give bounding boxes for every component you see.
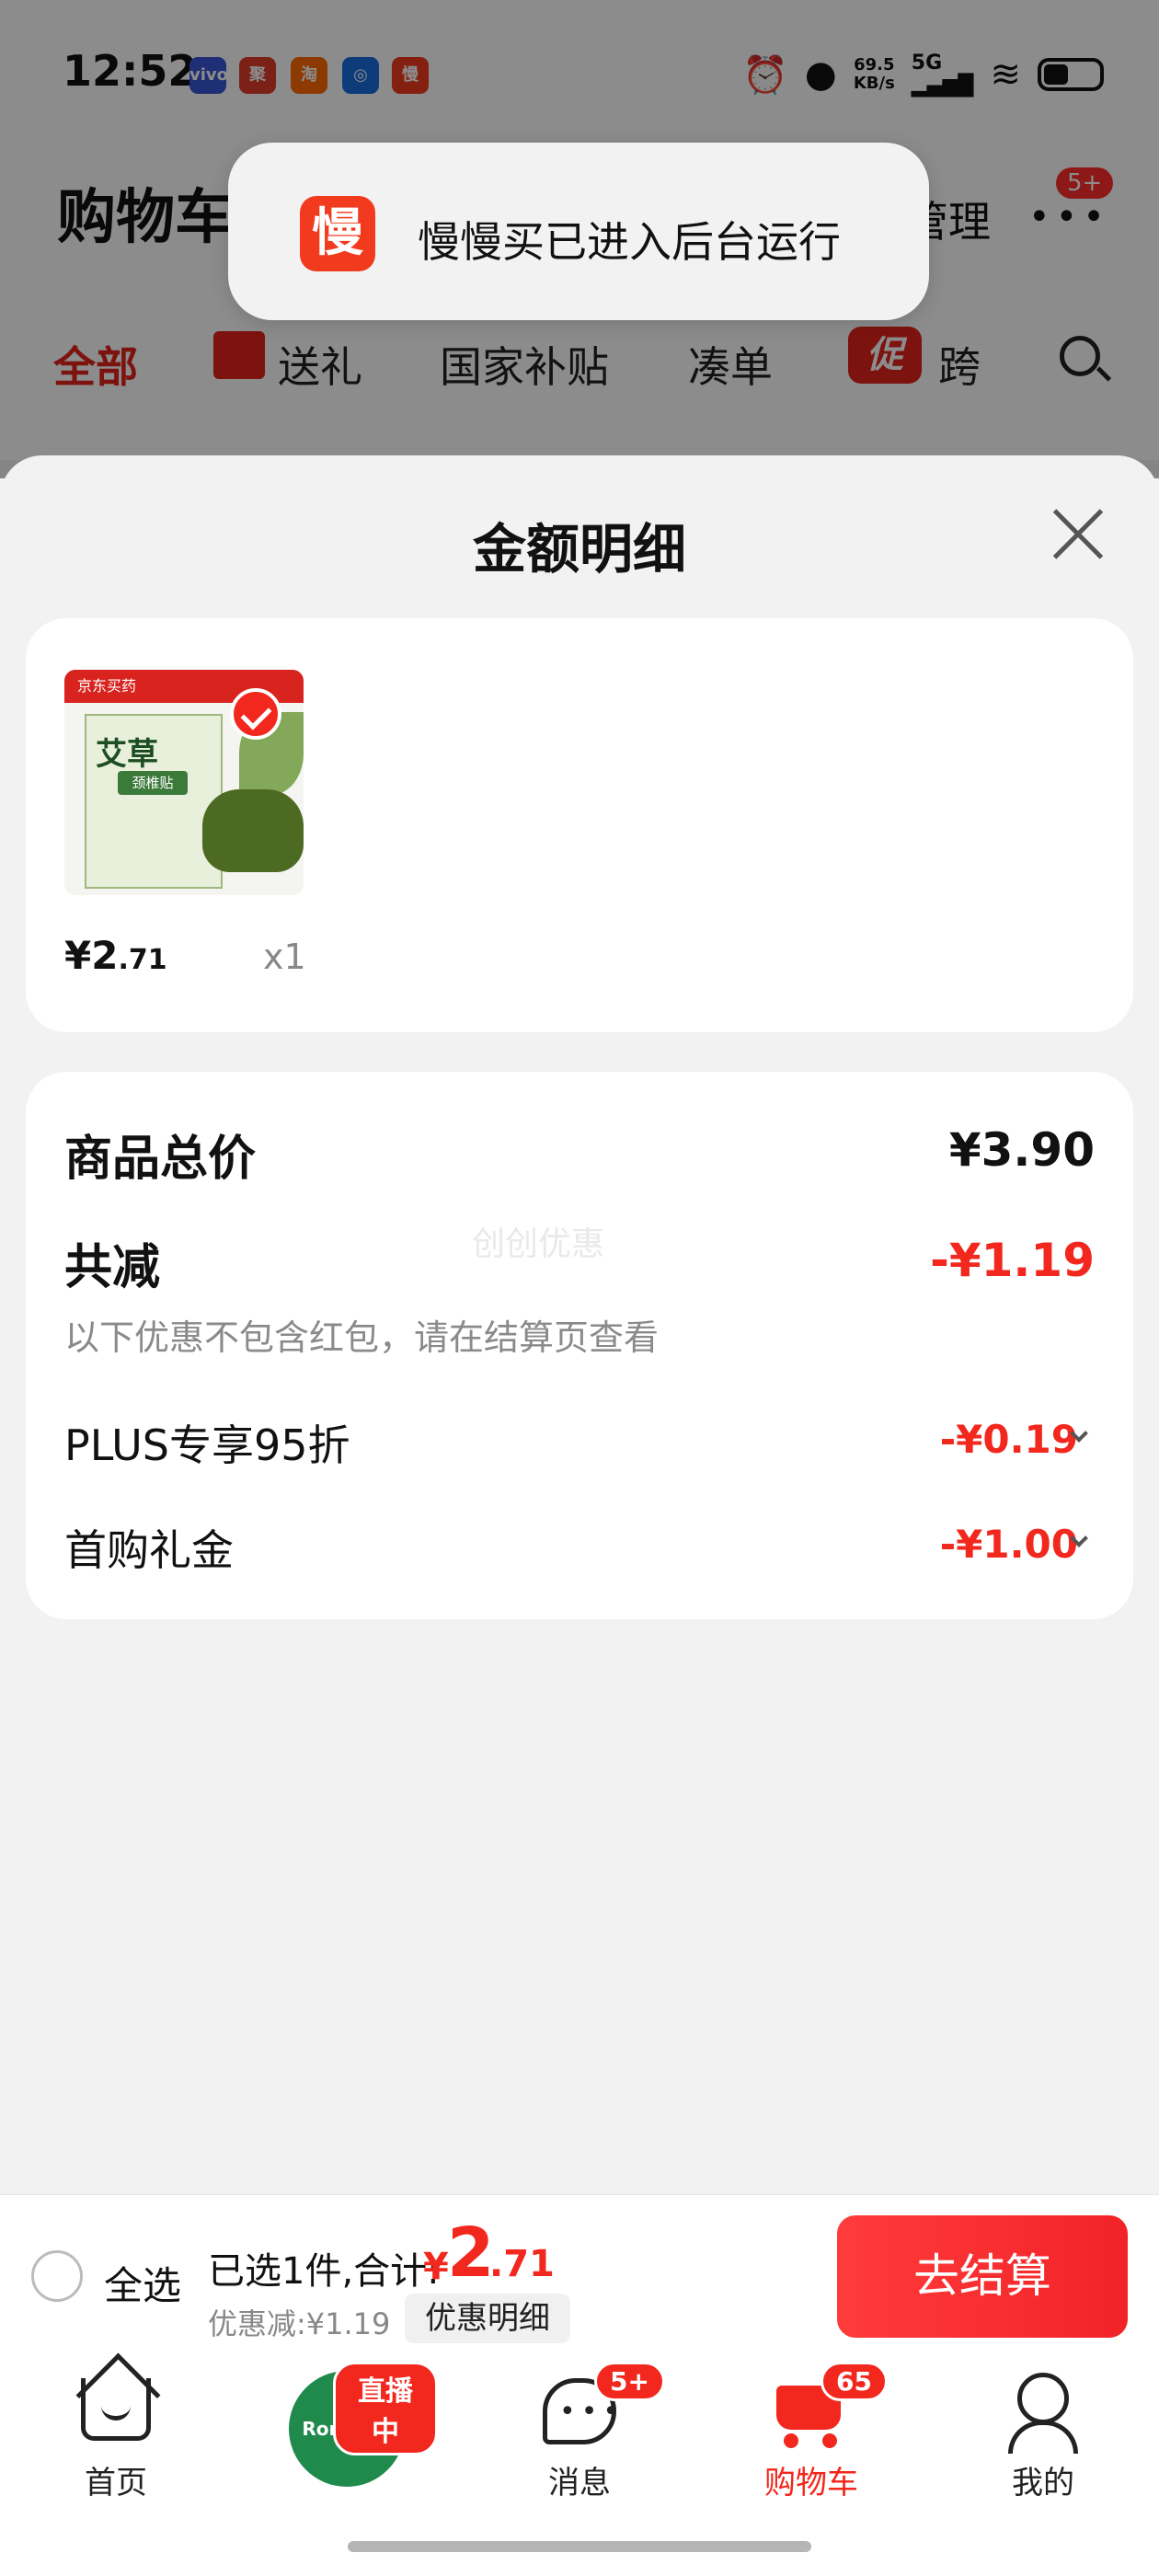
- nav-label-profile: 我的: [1012, 2465, 1074, 2501]
- select-all-radio[interactable]: [31, 2250, 83, 2302]
- checkout-button[interactable]: 去结算: [837, 2215, 1128, 2338]
- total-decimal: .71: [489, 2243, 555, 2285]
- checkout-bar: 全选 已选1件,合计: ¥ 2 .71 优惠减:¥1.19 优惠明细 去结算: [0, 2194, 1159, 2358]
- total-currency: ¥: [423, 2246, 449, 2288]
- messages-badge: 5+: [594, 2362, 665, 2401]
- product-card: 京东买药 艾草 颈椎贴 ¥2.71 x1: [26, 618, 1133, 1032]
- reduction-note: 以下优惠不包含红包，请在结算页查看: [64, 1317, 660, 1358]
- nav-profile[interactable]: 我的: [951, 2358, 1135, 2542]
- manmanmai-logo-icon: 慢: [300, 196, 375, 271]
- sheet-title: 金额明细: [472, 518, 686, 581]
- profile-icon: [1017, 2373, 1069, 2424]
- nav-live[interactable]: Ronshen 直播中: [254, 2358, 438, 2542]
- discount-value-plus[interactable]: -¥0.19: [940, 1417, 1078, 1462]
- product-image-title: 艾草: [96, 736, 158, 773]
- cart-wheel: [822, 2433, 837, 2448]
- profile-icon-body: [1008, 2421, 1078, 2454]
- message-dots: •••: [559, 2396, 625, 2428]
- home-indicator[interactable]: [348, 2541, 811, 2552]
- nav-messages[interactable]: ••• 5+ 消息: [488, 2358, 671, 2542]
- discount-value-first-purchase[interactable]: -¥1.00: [940, 1522, 1078, 1567]
- nav-label-cart: 购物车: [764, 2465, 858, 2501]
- background-run-toast: 慢 慢慢买已进入后台运行: [228, 143, 929, 320]
- discount-label-first-purchase[interactable]: 首购礼金: [64, 1517, 234, 1578]
- total-integer: 2: [447, 2214, 495, 2293]
- product-quantity: x1: [263, 937, 306, 977]
- nav-cart[interactable]: 65 购物车: [719, 2358, 903, 2542]
- select-all-label[interactable]: 全选: [104, 2255, 181, 2311]
- patch-graphic: [202, 789, 304, 872]
- product-image-subtitle: 颈椎贴: [118, 771, 188, 795]
- price-summary-card: 商品总价 ¥3.90 创创优惠 共减 -¥1.19 以下优惠不包含红包，请在结算…: [26, 1072, 1133, 1619]
- toast-message: 慢慢买已进入后台运行: [418, 217, 841, 267]
- selected-check-icon[interactable]: [230, 688, 281, 740]
- reduction-value: -¥1.19: [930, 1234, 1095, 1287]
- reduction-label: 共减: [64, 1240, 161, 1295]
- cart-wheel: [784, 2433, 798, 2448]
- selected-summary: 已选1件,合计:: [208, 2250, 440, 2293]
- nav-label-home: 首页: [85, 2465, 147, 2501]
- saved-amount: 优惠减:¥1.19: [208, 2306, 391, 2341]
- live-badge: 直播中: [333, 2362, 438, 2455]
- nav-label-messages: 消息: [548, 2465, 611, 2501]
- nav-home[interactable]: 首页: [24, 2358, 208, 2542]
- discount-label-plus[interactable]: PLUS专享95折: [64, 1412, 350, 1473]
- total-price-label: 商品总价: [64, 1132, 257, 1187]
- total-price-value: ¥3.90: [948, 1123, 1095, 1177]
- close-icon[interactable]: [1049, 504, 1107, 563]
- cart-badge: 65: [820, 2362, 888, 2401]
- watermark: 创创优惠: [472, 1225, 605, 1263]
- discount-detail-button[interactable]: 优惠明细: [405, 2294, 570, 2343]
- product-price: ¥2.71: [64, 933, 167, 978]
